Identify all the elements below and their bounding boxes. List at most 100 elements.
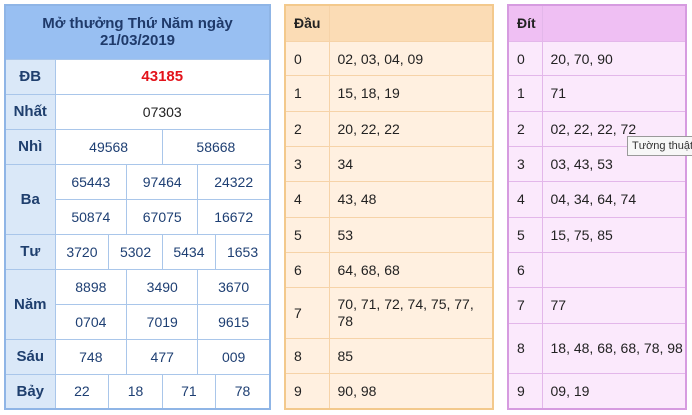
prize-label: Bảy xyxy=(4,373,56,410)
dit-values: 04, 34, 64, 74 xyxy=(541,181,687,218)
prize-number: 7019 xyxy=(126,304,198,339)
dit-digit: 5 xyxy=(507,216,543,253)
prize-number: 748 xyxy=(79,348,103,365)
dit-row: 0 20, 70, 90 xyxy=(507,40,687,77)
prize-number: 5434 xyxy=(161,234,216,269)
dit-header-empty xyxy=(541,4,687,42)
dit-header: Đít xyxy=(507,4,543,42)
dau-digit: 4 xyxy=(284,181,330,218)
prize-row-sau: Sáu 748 477 009 xyxy=(4,338,271,375)
prize-number: 16672 xyxy=(197,199,269,234)
dit-values: 20, 70, 90 xyxy=(541,40,687,77)
dit-row: 4 04, 34, 64, 74 xyxy=(507,181,687,218)
dit-values: 09, 19 xyxy=(541,373,687,410)
dau-row: 2 20, 22, 22 xyxy=(284,110,494,147)
results-date: 21/03/2019 xyxy=(99,32,176,50)
dau-row: 0 02, 03, 04, 09 xyxy=(284,40,494,77)
dau-digit: 1 xyxy=(284,75,330,112)
dau-digit: 2 xyxy=(284,110,330,147)
dau-digit: 8 xyxy=(284,337,330,375)
dit-digit: 0 xyxy=(507,40,543,77)
dit-values: 77 xyxy=(541,287,687,324)
dau-header-empty xyxy=(328,4,494,42)
prize-row-nhat: Nhất 07303 xyxy=(4,93,271,130)
results-title: Mở thưởng Thứ Năm ngày xyxy=(42,15,233,33)
dau-row: 9 90, 98 xyxy=(284,373,494,410)
dit-digit: 3 xyxy=(507,145,543,183)
dit-digit: 1 xyxy=(507,75,543,112)
prize-number: 97464 xyxy=(126,164,198,199)
prize-label: Ba xyxy=(4,163,56,235)
dit-row: 6 xyxy=(507,251,687,289)
prize-label: Sáu xyxy=(4,338,56,375)
dau-row: 1 15, 18, 19 xyxy=(284,75,494,112)
dau-values: 15, 18, 19 xyxy=(328,75,494,112)
dit-values: 18, 48, 68, 68, 78, 98 xyxy=(541,322,687,375)
prize-number: 477 xyxy=(126,339,198,374)
dau-values: 64, 68, 68 xyxy=(328,251,494,289)
dau-header: Đầu xyxy=(284,4,330,42)
dau-row: 4 43, 48 xyxy=(284,181,494,218)
dau-values: 70, 71, 72, 74, 75, 77, 78 xyxy=(328,287,494,339)
dit-row: 7 77 xyxy=(507,287,687,324)
prize-row-db: ĐB 43185 xyxy=(4,58,271,95)
prize-label: Tư xyxy=(4,233,56,270)
dit-digit: 2 xyxy=(507,110,543,147)
dit-digit: 9 xyxy=(507,373,543,410)
dau-values: 34 xyxy=(328,145,494,183)
dit-digit: 7 xyxy=(507,287,543,324)
prize-number: 18 xyxy=(108,374,163,408)
dau-digit: 3 xyxy=(284,145,330,183)
results-header: Mở thưởng Thứ Năm ngày 21/03/2019 xyxy=(4,4,271,60)
dit-values: 15, 75, 85 xyxy=(541,216,687,253)
dit-row: 5 15, 75, 85 xyxy=(507,216,687,253)
prize-number: 71 xyxy=(161,374,216,408)
dau-row: 6 64, 68, 68 xyxy=(284,251,494,289)
dau-digit: 9 xyxy=(284,373,330,410)
prize-row-bay: Bảy 22 18 71 78 xyxy=(4,373,271,410)
prize-label: Năm xyxy=(4,268,56,340)
dau-digit: 6 xyxy=(284,251,330,289)
dit-values xyxy=(541,251,687,289)
dit-row: 9 09, 19 xyxy=(507,373,687,410)
dit-digit: 8 xyxy=(507,322,543,375)
prize-number: 3720 xyxy=(66,243,98,260)
dau-values: 90, 98 xyxy=(328,373,494,410)
prize-number: 22 xyxy=(74,383,90,400)
prize-number: 009 xyxy=(197,339,269,374)
prize-number: 3670 xyxy=(197,269,269,304)
prize-row-ba: Ba 65443 97464 24322 50874 67075 16672 xyxy=(4,163,271,235)
prize-row-nhi: Nhì 49568 58668 xyxy=(4,128,271,165)
prize-number: 9615 xyxy=(197,304,269,339)
dit-row: 8 18, 48, 68, 68, 78, 98 xyxy=(507,322,687,375)
dit-digit: 6 xyxy=(507,251,543,289)
prize-row-tu: Tư 3720 5302 5434 1653 xyxy=(4,233,271,270)
prize-number: 49568 xyxy=(89,138,129,155)
dau-values: 85 xyxy=(328,337,494,375)
prize-number: 5302 xyxy=(108,234,163,269)
prize-label: Nhì xyxy=(4,128,56,165)
dau-digit: 5 xyxy=(284,216,330,253)
prize-number: 3490 xyxy=(126,269,198,304)
prize-label: ĐB xyxy=(4,58,56,95)
prize-number: 67075 xyxy=(126,199,198,234)
dit-digit: 4 xyxy=(507,181,543,218)
prize-number: 0704 xyxy=(75,313,107,330)
prize-number: 24322 xyxy=(197,164,269,199)
dau-values: 43, 48 xyxy=(328,181,494,218)
dau-values: 20, 22, 22 xyxy=(328,110,494,147)
special-prize-number: 43185 xyxy=(54,58,271,95)
prize-number: 50874 xyxy=(71,208,111,225)
prize-number: 1653 xyxy=(215,234,269,269)
dau-values: 02, 03, 04, 09 xyxy=(328,40,494,77)
dau-row: 3 34 xyxy=(284,145,494,183)
lottery-results-table: Mở thưởng Thứ Năm ngày 21/03/2019 ĐB 431… xyxy=(4,4,271,410)
prize-row-nam: Năm 8898 3490 3670 0704 7019 9615 xyxy=(4,268,271,340)
dau-digit: 7 xyxy=(284,287,330,339)
dit-values: 71 xyxy=(541,75,687,112)
dau-values: 53 xyxy=(328,216,494,253)
dau-row: 7 70, 71, 72, 74, 75, 77, 78 xyxy=(284,287,494,339)
prize-number: 65443 xyxy=(71,173,111,190)
prize-number: 07303 xyxy=(54,93,271,130)
dit-table: Đít 0 20, 70, 90 1 71 2 02, 22, 22, 72 3 03,… xyxy=(507,4,687,410)
